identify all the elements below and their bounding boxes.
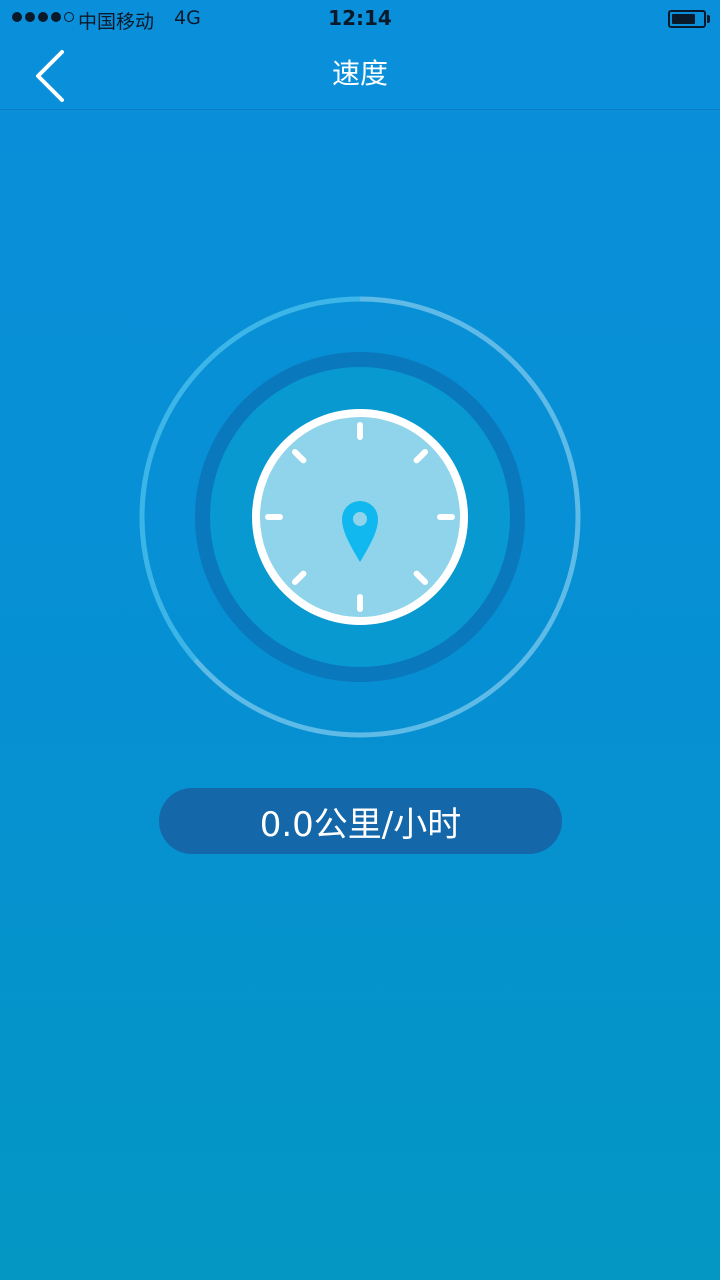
back-button[interactable] [18,42,82,106]
speed-display: 0.0公里/小时 [159,788,562,854]
chevron-left-icon [36,50,64,102]
page-title: 速度 [331,57,388,90]
status-bar: 中国移动 4G 12:14 [0,0,720,38]
speedometer [135,292,585,742]
speed-value: 0.0公里/小时 [259,804,462,845]
nav-bar: 速度 [0,38,720,110]
status-time: 12:14 [328,6,392,30]
battery-cap [707,15,710,23]
battery-level [672,14,695,24]
battery-icon [668,10,706,28]
speedometer-graphic [139,296,581,738]
